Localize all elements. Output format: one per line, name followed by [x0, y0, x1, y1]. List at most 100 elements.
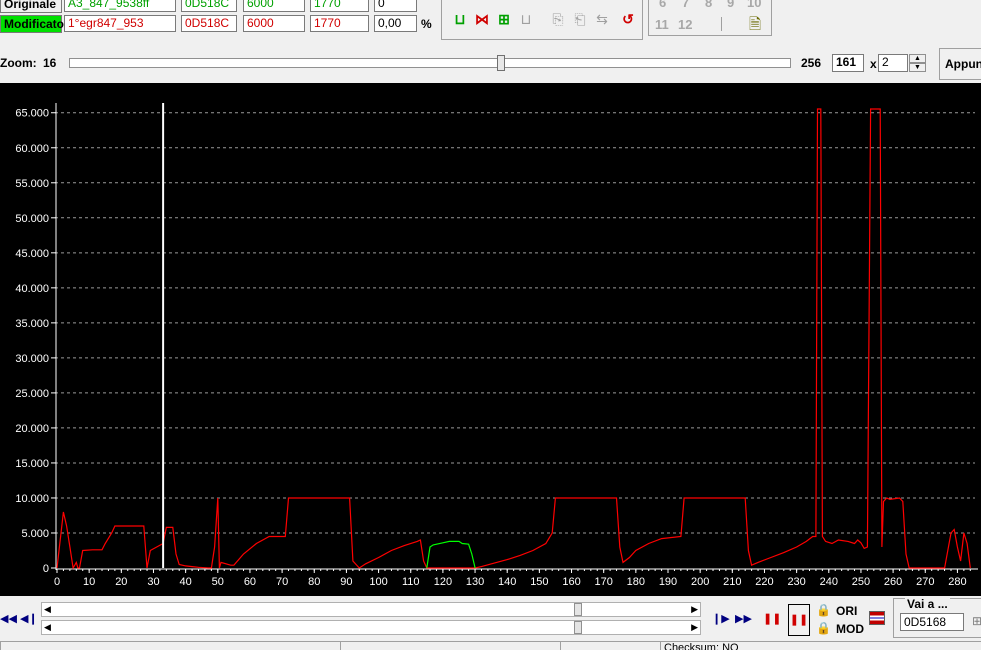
- y-tick-label: 10.000: [15, 493, 49, 505]
- x-tick-label: 190: [659, 576, 677, 588]
- goto-label: Vai a ...: [905, 597, 950, 611]
- original-label: Originale: [0, 0, 62, 13]
- y-tick-label: 30.000: [15, 353, 49, 365]
- percent-unit-label: %: [421, 17, 432, 31]
- copy-map-icon[interactable]: ⎘: [548, 9, 568, 29]
- zoom-slider-thumb[interactable]: [497, 55, 505, 71]
- original-value2-field[interactable]: 1770: [310, 0, 369, 12]
- x-tick-label: 110: [402, 576, 420, 588]
- original-value1-field[interactable]: 6000: [243, 0, 305, 12]
- status-panel-3: [560, 641, 660, 650]
- x-tick-label: 240: [820, 576, 838, 588]
- original-value3-field[interactable]: 0: [374, 0, 417, 12]
- red-blue-marker-icon[interactable]: ❚❚: [763, 612, 781, 625]
- ori-lock-icon[interactable]: 🔒: [816, 603, 831, 617]
- both-maps-icon[interactable]: ⊔: [450, 9, 470, 29]
- zoom-times-label: x: [870, 57, 877, 71]
- status-panel-1: [0, 641, 340, 650]
- paste-map-icon[interactable]: ⎗: [570, 9, 590, 29]
- y-tick-label: 45.000: [15, 248, 49, 260]
- map-number-12[interactable]: 12: [678, 17, 692, 32]
- scroll-thumb-top[interactable]: [574, 603, 582, 616]
- original-address-field[interactable]: 0D518C: [181, 0, 237, 12]
- previous-page-icon[interactable]: ◀❙: [20, 612, 38, 625]
- x-tick-label: 60: [244, 576, 256, 588]
- goto-button-icon[interactable]: ⊞: [972, 614, 981, 628]
- scroll-right-icon-2[interactable]: ▶: [691, 621, 698, 634]
- zoom-multiplier-field[interactable]: 2: [878, 54, 908, 72]
- scroll-right-icon[interactable]: ▶: [691, 603, 698, 616]
- undo-icon[interactable]: ↺: [618, 9, 638, 29]
- scroll-thumb-bottom[interactable]: [574, 621, 582, 634]
- modified-value1-field[interactable]: 6000: [243, 15, 305, 32]
- x-tick-label: 150: [530, 576, 548, 588]
- x-tick-label: 130: [466, 576, 484, 588]
- x-tick-label: 200: [691, 576, 709, 588]
- x-tick-label: 80: [308, 576, 320, 588]
- selected-marker-button[interactable]: ❚❚: [788, 604, 810, 636]
- modified-address-field[interactable]: 0D518C: [181, 15, 237, 32]
- y-tick-label: 15.000: [15, 458, 49, 470]
- multiplier-spin-down-icon[interactable]: ▼: [909, 63, 926, 72]
- x-tick-label: 220: [755, 576, 773, 588]
- modified-name-field[interactable]: 1°egr847_953: [64, 15, 176, 32]
- y-tick-label: 20.000: [15, 423, 49, 435]
- scroll-left-icon-2[interactable]: ◀: [44, 621, 51, 634]
- modified-value3-field[interactable]: 0,00: [374, 15, 417, 32]
- compare-icon[interactable]: ⊔: [516, 9, 536, 29]
- x-tick-label: 260: [884, 576, 902, 588]
- series-line-2: [426, 540, 476, 569]
- x-tick-label: 40: [180, 576, 192, 588]
- x-tick-label: 20: [115, 576, 127, 588]
- export-icon[interactable]: 🗎: [745, 15, 765, 35]
- x-tick-label: 230: [787, 576, 805, 588]
- zoom-slider[interactable]: [69, 55, 791, 71]
- x-tick-label: 70: [276, 576, 288, 588]
- mod-lock-icon[interactable]: 🔒: [816, 621, 831, 635]
- original-map-icon[interactable]: ⋈: [472, 9, 492, 29]
- x-tick-label: 30: [147, 576, 159, 588]
- scroll-left-icon[interactable]: ◀: [44, 603, 51, 616]
- mod-label[interactable]: MOD: [836, 622, 864, 636]
- zoom-min-label: 16: [43, 56, 57, 70]
- modified-value2-field[interactable]: 1770: [310, 15, 369, 32]
- map-number-11[interactable]: 11: [655, 17, 669, 32]
- modified-map-icon[interactable]: ⊞: [494, 9, 514, 29]
- appunti-button[interactable]: Appun: [939, 48, 981, 80]
- goto-address-field[interactable]: 0D5168: [900, 613, 964, 631]
- y-tick-label: 5.000: [21, 528, 49, 540]
- y-tick-label: 65.000: [15, 108, 49, 120]
- map-number-8[interactable]: 8: [705, 0, 712, 10]
- x-tick-label: 270: [916, 576, 934, 588]
- ori-label[interactable]: ORI: [836, 604, 857, 618]
- zoom-value-field[interactable]: 161: [832, 54, 864, 72]
- zoom-max-label: 256: [801, 56, 822, 70]
- map-number-9[interactable]: 9: [727, 0, 734, 10]
- map-number-7[interactable]: 7: [682, 0, 689, 10]
- x-tick-label: 50: [212, 576, 224, 588]
- series-line-1: [56, 108, 971, 570]
- modified-label: Modificato: [0, 15, 64, 33]
- next-page-icon[interactable]: ❙▶: [712, 612, 730, 625]
- first-page-icon[interactable]: ◀◀: [0, 612, 17, 625]
- y-tick-label: 25.000: [15, 388, 49, 400]
- status-panel-2: [340, 641, 560, 650]
- x-tick-label: 120: [434, 576, 452, 588]
- flag-icon[interactable]: [869, 611, 885, 625]
- x-tick-label: 160: [562, 576, 580, 588]
- x-tick-label: 100: [369, 576, 387, 588]
- x-tick-label: 210: [723, 576, 741, 588]
- x-tick-label: 280: [948, 576, 966, 588]
- toolbar-separator: [721, 17, 722, 31]
- last-page-icon[interactable]: ▶▶: [735, 612, 752, 625]
- x-tick-label: 10: [83, 576, 95, 588]
- map-number-panel: 6 7 8 9 10 11 12 🗎: [648, 0, 772, 36]
- horizontal-scrollbar-bottom[interactable]: ◀ ▶: [41, 620, 701, 635]
- multiplier-spin-up-icon[interactable]: ▲: [909, 54, 926, 63]
- map-number-6[interactable]: 6: [659, 0, 666, 10]
- map-number-10[interactable]: 10: [747, 0, 761, 10]
- map-chart[interactable]: 65.000 60.000 55.000 50.000 45.000 40.000 35.0…: [0, 83, 981, 596]
- original-name-field[interactable]: A3_847_9538ff: [64, 0, 176, 12]
- transfer-map-icon[interactable]: ⇆: [592, 9, 612, 29]
- horizontal-scrollbar-top[interactable]: ◀ ▶: [41, 602, 701, 617]
